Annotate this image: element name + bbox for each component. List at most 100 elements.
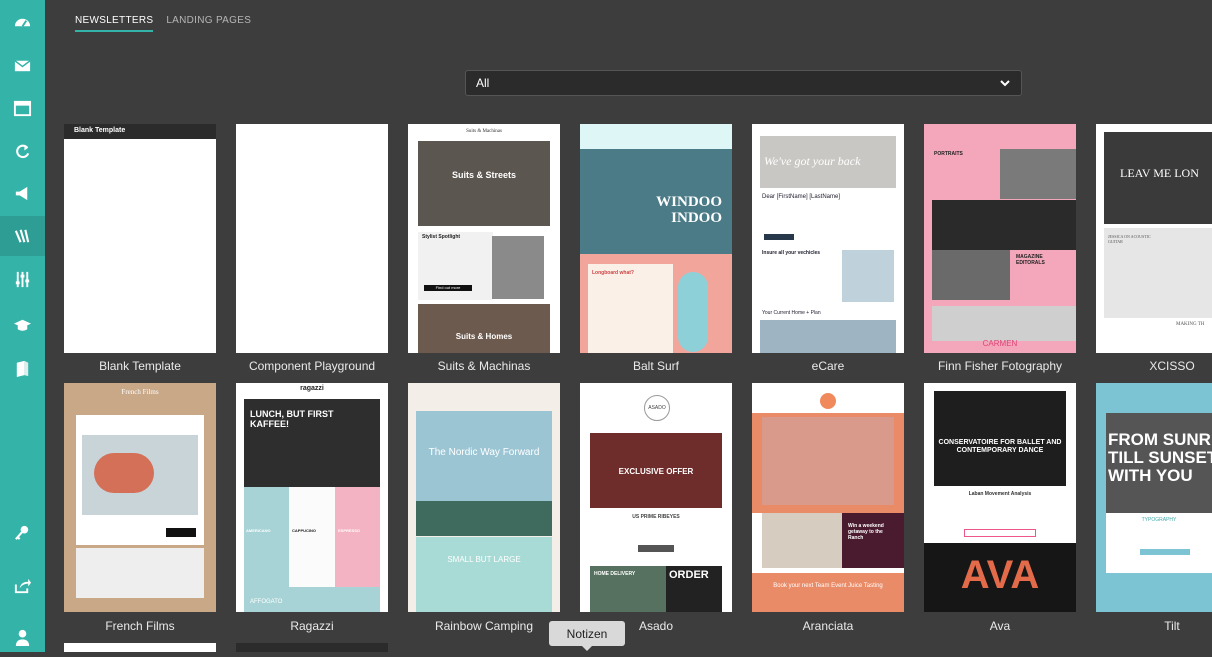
preview-label: CAPPUCINO [292,528,317,533]
template-card-ava[interactable]: CONSERVATOIRE FOR BALLET AND CONTEMPORAR… [924,383,1076,612]
preview-subhead: Your Current Home + Plan [762,310,821,316]
megaphone-icon[interactable] [0,173,45,213]
preview-image [1000,149,1076,199]
preview-image [418,141,550,226]
template-card-partial[interactable] [64,643,216,652]
preview-subhead: Win a weekend getaway to the Ranch [848,523,884,541]
preview-headline: Suits & Streets [451,170,517,180]
template-card-ecare[interactable]: We've got your back Dear [FirstName] [La… [752,124,904,353]
template-card-tilt[interactable]: FROM SUNRIS TILL SUNSET WITH YOU TYPOGRA… [1096,383,1212,612]
preview-headline: Suits & Homes [455,332,513,341]
preview-image: ORDER [666,566,722,612]
tab-landing-pages[interactable]: LANDING PAGES [166,15,251,32]
preview-subhead: MAGAZINE EDITORALS [1016,254,1045,266]
book-icon[interactable] [0,348,45,388]
preview-column [335,487,380,587]
notes-tooltip[interactable]: Notizen [549,621,625,651]
template-card-rainbow-camping[interactable]: The Nordic Way Forward SMALL BUT LARGE [408,383,560,612]
template-name[interactable]: Ragazzi [226,619,398,633]
preview-block [752,573,904,612]
preview-button [638,545,674,552]
preview-greeting: Dear [FirstName] [LastName] [762,194,841,200]
preview-subhead: MAKING TH [1176,322,1205,327]
preview-header [580,124,732,149]
template-card-component-playground[interactable] [236,124,388,353]
preview-image [760,320,896,353]
template-card-xcisso[interactable]: LEAV ME LON JESSICA ON ACOUSTIC GUITAR M… [1096,124,1212,353]
key-icon[interactable] [0,512,45,552]
share-icon[interactable] [0,565,45,605]
template-card-aranciata[interactable]: Win a weekend getaway to the Ranch Book … [752,383,904,612]
template-name[interactable]: Blank Template [54,359,226,373]
window-icon[interactable] [0,88,45,128]
template-name[interactable]: Suits & Machinas [398,359,570,373]
preview-headline: Book your next Team Event Juice Tasting [773,583,883,589]
template-name[interactable]: eCare [742,359,914,373]
template-card-blank[interactable]: Blank Template [64,124,216,353]
preview-subhead: Stylist Spotlight [422,234,461,240]
preview-headline: LEAV ME LON [1120,166,1199,180]
chevron-down-icon [1000,80,1010,87]
preview-headline: EXCLUSIVE OFFER [618,467,694,476]
preview-headline: FROM SUNRIS TILL SUNSET WITH YOU [1108,430,1212,485]
preview-title: Suits & Machinas [466,129,502,134]
template-card-suits-machinas[interactable]: Suits & Machinas Suits & Streets Stylist… [408,124,560,353]
preview-subhead: SMALL BUT LARGE [447,555,521,564]
template-name[interactable]: Ava [914,619,1086,633]
tab-newsletters[interactable]: NEWSLETTERS [75,15,154,32]
category-filter-select[interactable]: All [465,70,1022,96]
preview-image [762,417,894,505]
preview-subhead: TYPOGRAPHY [1141,517,1177,523]
preview-subhead: PORTRAITS [934,151,963,157]
preview-image [492,236,544,299]
dashboard-icon[interactable] [0,2,45,42]
preview-headline: We've got your back [764,154,861,168]
sidebar [0,0,45,652]
preview-title: French Films [121,388,159,396]
template-name[interactable]: Rainbow Camping [398,619,570,633]
graduation-cap-icon[interactable] [0,305,45,345]
preview-image [932,306,1076,341]
user-icon[interactable] [0,617,45,657]
refresh-icon[interactable] [0,131,45,171]
template-card-partial[interactable] [236,643,388,652]
template-name[interactable]: Aranciata [742,619,914,633]
sliders-icon[interactable] [0,259,45,299]
preview-label: ESPRESSO [338,528,361,533]
template-name[interactable]: Tilt [1086,619,1212,633]
preview-block [588,264,673,353]
template-name[interactable]: Component Playground [226,359,398,373]
preview-button [166,528,196,537]
card-preview-header: Blank Template [64,124,216,139]
preview-image [842,250,894,302]
template-card-asado[interactable]: ASADO EXCLUSIVE OFFER US PRIME RIBEYES H… [580,383,732,612]
preview-title: ragazzi [300,385,324,392]
filter-selected-value: All [476,76,490,90]
preview-image [932,250,1010,300]
template-name[interactable]: French Films [54,619,226,633]
preview-label: AMERICANO [246,528,271,533]
preview-image [76,548,204,598]
preview-image [932,200,1076,250]
template-card-finn-fisher[interactable]: PORTRAITS MAGAZINE EDITORALS CARMEN [924,124,1076,353]
preview-button [964,529,1036,537]
preview-headline: CONSERVATOIRE FOR BALLET AND CONTEMPORAR… [938,439,1062,454]
template-name[interactable]: Balt Surf [570,359,742,373]
template-name[interactable]: Finn Fisher Fotography [914,359,1086,373]
preview-button [1140,549,1190,555]
preview-label: AFFOGATO [250,599,283,605]
template-card-balt-surf[interactable]: WINDOO INDOO Longboard what? [580,124,732,353]
preview-column [244,487,289,587]
preview-forest [416,501,552,536]
mail-icon[interactable] [0,45,45,85]
preview-surfboard [678,272,708,352]
preview-button: Find out more [424,285,472,291]
preview-subhead: HOME DELIVERY [594,571,636,577]
template-card-ragazzi[interactable]: ragazzi LUNCH, BUT FIRST KAFFEE! AMERICA… [236,383,388,612]
preview-bike-seat [94,453,154,493]
preview-button [764,234,794,240]
templates-icon[interactable] [0,216,45,256]
template-card-french-films[interactable]: French Films [64,383,216,612]
preview-logo [820,393,836,409]
template-name[interactable]: XCISSO [1086,359,1212,373]
